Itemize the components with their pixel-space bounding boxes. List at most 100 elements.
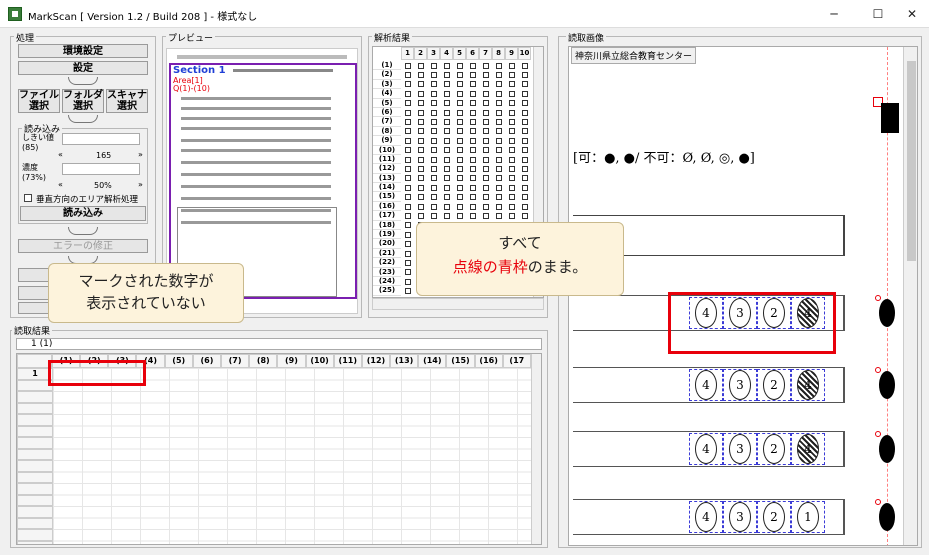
analysis-checkbox[interactable] (440, 70, 453, 79)
analysis-checkbox[interactable] (401, 174, 414, 183)
analysis-checkbox[interactable] (440, 99, 453, 108)
analysis-checkbox[interactable] (518, 164, 531, 173)
analysis-hscrollbar[interactable] (372, 298, 544, 310)
analysis-checkbox[interactable] (401, 70, 414, 79)
vertical-area-checkbox[interactable] (24, 194, 32, 202)
analysis-checkbox[interactable] (479, 70, 492, 79)
analysis-checkbox[interactable] (401, 155, 414, 164)
analysis-checkbox[interactable] (453, 70, 466, 79)
analysis-checkbox[interactable] (401, 117, 414, 126)
analysis-checkbox[interactable] (479, 108, 492, 117)
analysis-checkbox[interactable] (492, 80, 505, 89)
analysis-checkbox[interactable] (427, 174, 440, 183)
analysis-checkbox[interactable] (414, 183, 427, 192)
analysis-checkbox[interactable] (505, 211, 518, 220)
analysis-checkbox[interactable] (518, 183, 531, 192)
analysis-checkbox[interactable] (453, 211, 466, 220)
analysis-checkbox[interactable] (401, 183, 414, 192)
analysis-checkbox[interactable] (401, 80, 414, 89)
density-left-arrow[interactable]: « (58, 180, 63, 189)
analysis-checkbox[interactable] (427, 61, 440, 70)
folder-select-button[interactable]: フォルダ 選択 (62, 89, 104, 113)
analysis-checkbox[interactable] (453, 108, 466, 117)
analysis-checkbox[interactable] (518, 192, 531, 201)
analysis-checkbox[interactable] (518, 202, 531, 211)
analysis-checkbox[interactable] (492, 174, 505, 183)
analysis-checkbox[interactable] (414, 117, 427, 126)
analysis-checkbox[interactable] (427, 127, 440, 136)
analysis-checkbox[interactable] (466, 174, 479, 183)
density-slider[interactable] (62, 163, 140, 175)
settings-button[interactable]: 設定 (18, 61, 148, 75)
analysis-checkbox[interactable] (401, 89, 414, 98)
analysis-checkbox[interactable] (401, 221, 414, 230)
analysis-checkbox[interactable] (440, 183, 453, 192)
analysis-checkbox[interactable] (414, 211, 427, 220)
results-scrollbar[interactable] (531, 354, 541, 544)
analysis-checkbox[interactable] (518, 61, 531, 70)
analysis-checkbox[interactable] (505, 99, 518, 108)
analysis-checkbox[interactable] (401, 99, 414, 108)
analysis-checkbox[interactable] (492, 202, 505, 211)
analysis-checkbox[interactable] (505, 192, 518, 201)
analysis-checkbox[interactable] (401, 268, 414, 277)
analysis-checkbox[interactable] (440, 61, 453, 70)
analysis-checkbox[interactable] (440, 174, 453, 183)
analysis-checkbox[interactable] (466, 108, 479, 117)
analysis-checkbox[interactable] (466, 146, 479, 155)
analysis-checkbox[interactable] (401, 230, 414, 239)
analysis-checkbox[interactable] (427, 164, 440, 173)
close-button[interactable]: ✕ (898, 3, 926, 25)
analysis-checkbox[interactable] (479, 192, 492, 201)
analysis-checkbox[interactable] (440, 211, 453, 220)
analysis-checkbox[interactable] (492, 164, 505, 173)
analysis-checkbox[interactable] (466, 61, 479, 70)
analysis-checkbox[interactable] (414, 174, 427, 183)
analysis-checkbox[interactable] (518, 108, 531, 117)
analysis-checkbox[interactable] (505, 108, 518, 117)
analysis-checkbox[interactable] (453, 146, 466, 155)
analysis-checkbox[interactable] (440, 89, 453, 98)
analysis-checkbox[interactable] (401, 127, 414, 136)
analysis-checkbox[interactable] (518, 117, 531, 126)
analysis-checkbox[interactable] (518, 99, 531, 108)
analysis-checkbox[interactable] (453, 136, 466, 145)
analysis-checkbox[interactable] (427, 146, 440, 155)
analysis-checkbox[interactable] (518, 127, 531, 136)
scanner-select-button[interactable]: スキャナ 選択 (106, 89, 148, 113)
analysis-checkbox[interactable] (479, 155, 492, 164)
analysis-checkbox[interactable] (414, 99, 427, 108)
analysis-checkbox[interactable] (427, 183, 440, 192)
threshold-left-arrow[interactable]: « (58, 150, 63, 159)
analysis-checkbox[interactable] (518, 211, 531, 220)
analysis-checkbox[interactable] (401, 258, 414, 267)
analysis-checkbox[interactable] (453, 174, 466, 183)
analysis-checkbox[interactable] (440, 202, 453, 211)
analysis-checkbox[interactable] (401, 277, 414, 286)
analysis-checkbox[interactable] (427, 80, 440, 89)
analysis-checkbox[interactable] (466, 127, 479, 136)
analysis-checkbox[interactable] (505, 174, 518, 183)
analysis-checkbox[interactable] (453, 183, 466, 192)
analysis-checkbox[interactable] (440, 164, 453, 173)
env-settings-button[interactable]: 環境設定 (18, 44, 148, 58)
analysis-checkbox[interactable] (518, 155, 531, 164)
analysis-checkbox[interactable] (466, 89, 479, 98)
analysis-checkbox[interactable] (505, 117, 518, 126)
analysis-checkbox[interactable] (466, 183, 479, 192)
analysis-checkbox[interactable] (466, 80, 479, 89)
analysis-checkbox[interactable] (440, 127, 453, 136)
analysis-checkbox[interactable] (453, 99, 466, 108)
analysis-checkbox[interactable] (440, 136, 453, 145)
analysis-checkbox[interactable] (401, 146, 414, 155)
maximize-button[interactable]: ☐ (864, 3, 892, 25)
analysis-checkbox[interactable] (427, 155, 440, 164)
analysis-checkbox[interactable] (414, 89, 427, 98)
analysis-checkbox[interactable] (401, 249, 414, 258)
analysis-checkbox[interactable] (492, 211, 505, 220)
analysis-checkbox[interactable] (440, 80, 453, 89)
analysis-checkbox[interactable] (479, 202, 492, 211)
analysis-checkbox[interactable] (466, 117, 479, 126)
analysis-checkbox[interactable] (479, 89, 492, 98)
analysis-checkbox[interactable] (492, 117, 505, 126)
